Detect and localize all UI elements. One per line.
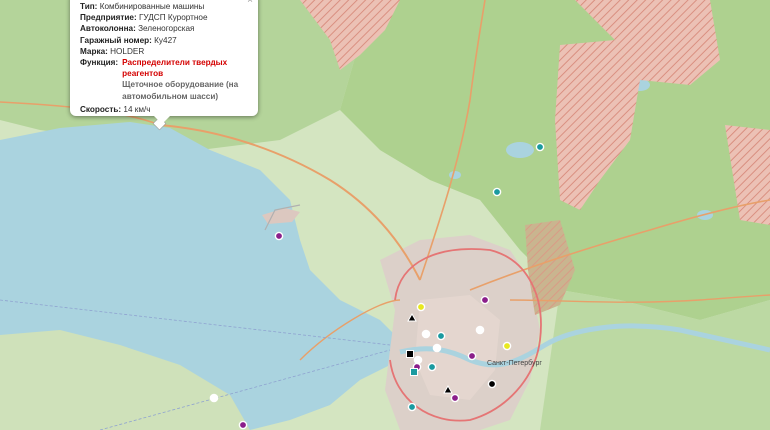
vehicle-marker[interactable] — [436, 331, 446, 341]
vehicle-marker[interactable] — [406, 350, 414, 358]
popup-row: Предприятие: ГУДСП Курортное — [80, 12, 248, 23]
vehicle-marker[interactable] — [209, 393, 219, 403]
popup-row-label: Тип: — [80, 2, 98, 11]
vehicle-marker[interactable] — [475, 325, 485, 335]
vehicle-marker[interactable] — [421, 329, 431, 339]
function-label: Функция: — [80, 58, 119, 68]
popup-row-label: Предприятие: — [80, 13, 137, 23]
popup-row-label: Автоколонна: — [80, 24, 136, 34]
vehicle-marker[interactable] — [487, 379, 497, 389]
vehicle-marker[interactable] — [238, 420, 248, 430]
speed-row: Скорость: 14 км/ч — [80, 104, 248, 115]
function-value-primary: Распределители твердых реагентов — [122, 58, 228, 79]
vehicle-marker[interactable] — [416, 302, 426, 312]
vehicle-marker[interactable] — [502, 341, 512, 351]
speed-label: Скорость: — [80, 104, 122, 114]
forest-area — [540, 290, 770, 430]
popup-rows: Тип: Комбинированные машины Предприятие: … — [80, 1, 248, 57]
lake — [506, 142, 534, 158]
function-row: Функция: Распределители твердых реагенто… — [80, 57, 248, 102]
vehicle-marker[interactable] — [492, 187, 502, 197]
vehicle-info-popup: × Тип: Комбинированные машины Предприятие… — [70, 0, 258, 124]
popup-row: Марка: HOLDER — [80, 46, 248, 57]
vehicle-marker[interactable] — [432, 343, 442, 353]
vehicle-marker[interactable] — [274, 231, 284, 241]
popup-row-value: Зеленогорская — [138, 24, 195, 34]
popup-row-value: ГУДСП Курортное — [139, 13, 208, 23]
popup-tip — [154, 116, 170, 124]
vehicle-marker[interactable] — [535, 142, 545, 152]
vehicle-marker[interactable] — [427, 362, 437, 372]
close-icon[interactable]: × — [247, 0, 253, 6]
function-value-secondary: Щеточное оборудование (на автомобильном … — [122, 80, 239, 101]
popup-row-value: Ку427 — [154, 35, 177, 45]
popup-row-value: HOLDER — [110, 46, 145, 56]
speed-value: 14 км/ч — [123, 104, 151, 114]
popup-row-label: Гаражный номер: — [80, 35, 152, 45]
popup-row: Тип: Комбинированные машины — [80, 1, 248, 12]
vehicle-marker[interactable] — [450, 393, 460, 403]
vehicle-marker[interactable] — [467, 351, 477, 361]
vehicle-marker[interactable] — [480, 295, 490, 305]
vehicle-marker[interactable] — [407, 402, 417, 412]
vehicle-marker[interactable] — [410, 368, 418, 376]
popup-row-label: Марка: — [80, 46, 108, 56]
function-values: Распределители твердых реагентов Щеточно… — [122, 57, 248, 102]
city-label: Санкт-Петербург — [487, 359, 542, 367]
vehicle-marker[interactable] — [413, 355, 423, 365]
popup-row: Автоколонна: Зеленогорская — [80, 23, 248, 34]
lake — [449, 171, 461, 179]
popup-row-value: Комбинированные машины — [99, 2, 205, 11]
popup-row: Гаражный номер: Ку427 — [80, 35, 248, 46]
